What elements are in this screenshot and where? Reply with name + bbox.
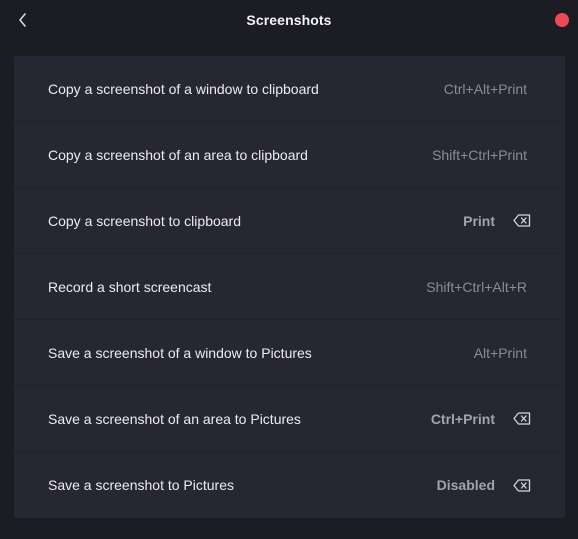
backspace-icon bbox=[513, 412, 531, 425]
header-bar: Screenshots bbox=[0, 0, 578, 40]
close-button[interactable] bbox=[555, 13, 569, 27]
shortcut-row[interactable]: Record a short screencast Shift+Ctrl+Alt… bbox=[14, 254, 565, 320]
shortcut-label: Save a screenshot to Pictures bbox=[48, 477, 234, 493]
shortcut-label: Save a screenshot of a window to Picture… bbox=[48, 344, 312, 361]
page-title: Screenshots bbox=[246, 12, 332, 28]
shortcut-accel: Print bbox=[463, 212, 495, 229]
shortcut-list: Copy a screenshot of a window to clipboa… bbox=[14, 56, 565, 518]
shortcut-accel: Shift+Ctrl+Alt+R bbox=[426, 278, 527, 295]
shortcut-row[interactable]: Copy a screenshot of an area to clipboar… bbox=[14, 122, 565, 188]
shortcut-row[interactable]: Copy a screenshot to clipboard Print bbox=[14, 188, 565, 254]
shortcut-row[interactable]: Save a screenshot of an area to Pictures… bbox=[14, 386, 565, 452]
reset-shortcut-button[interactable] bbox=[513, 478, 531, 492]
shortcut-label: Copy a screenshot to clipboard bbox=[48, 212, 241, 229]
shortcut-label: Copy a screenshot of an area to clipboar… bbox=[48, 146, 308, 163]
reset-shortcut-button[interactable] bbox=[513, 214, 531, 228]
shortcut-label: Save a screenshot of an area to Pictures bbox=[48, 410, 301, 427]
shortcut-accel: Disabled bbox=[436, 477, 495, 493]
shortcut-row[interactable]: Copy a screenshot of a window to clipboa… bbox=[14, 56, 565, 122]
shortcut-label: Copy a screenshot of a window to clipboa… bbox=[48, 80, 319, 97]
back-button[interactable] bbox=[12, 8, 34, 32]
shortcut-accel: Alt+Print bbox=[473, 344, 527, 361]
shortcut-label: Record a short screencast bbox=[48, 278, 212, 295]
shortcut-row[interactable]: Save a screenshot of a window to Picture… bbox=[14, 320, 565, 386]
backspace-icon bbox=[513, 214, 531, 227]
backspace-icon bbox=[513, 478, 531, 492]
shortcut-accel: Ctrl+Alt+Print bbox=[443, 80, 527, 97]
shortcut-accel: Shift+Ctrl+Print bbox=[432, 146, 527, 163]
shortcut-row[interactable]: Save a screenshot to Pictures Disabled bbox=[14, 452, 565, 518]
shortcut-accel: Ctrl+Print bbox=[430, 410, 495, 427]
settings-window: Screenshots Copy a screenshot of a windo… bbox=[0, 0, 578, 539]
reset-shortcut-button[interactable] bbox=[513, 412, 531, 426]
chevron-left-icon bbox=[19, 13, 26, 27]
